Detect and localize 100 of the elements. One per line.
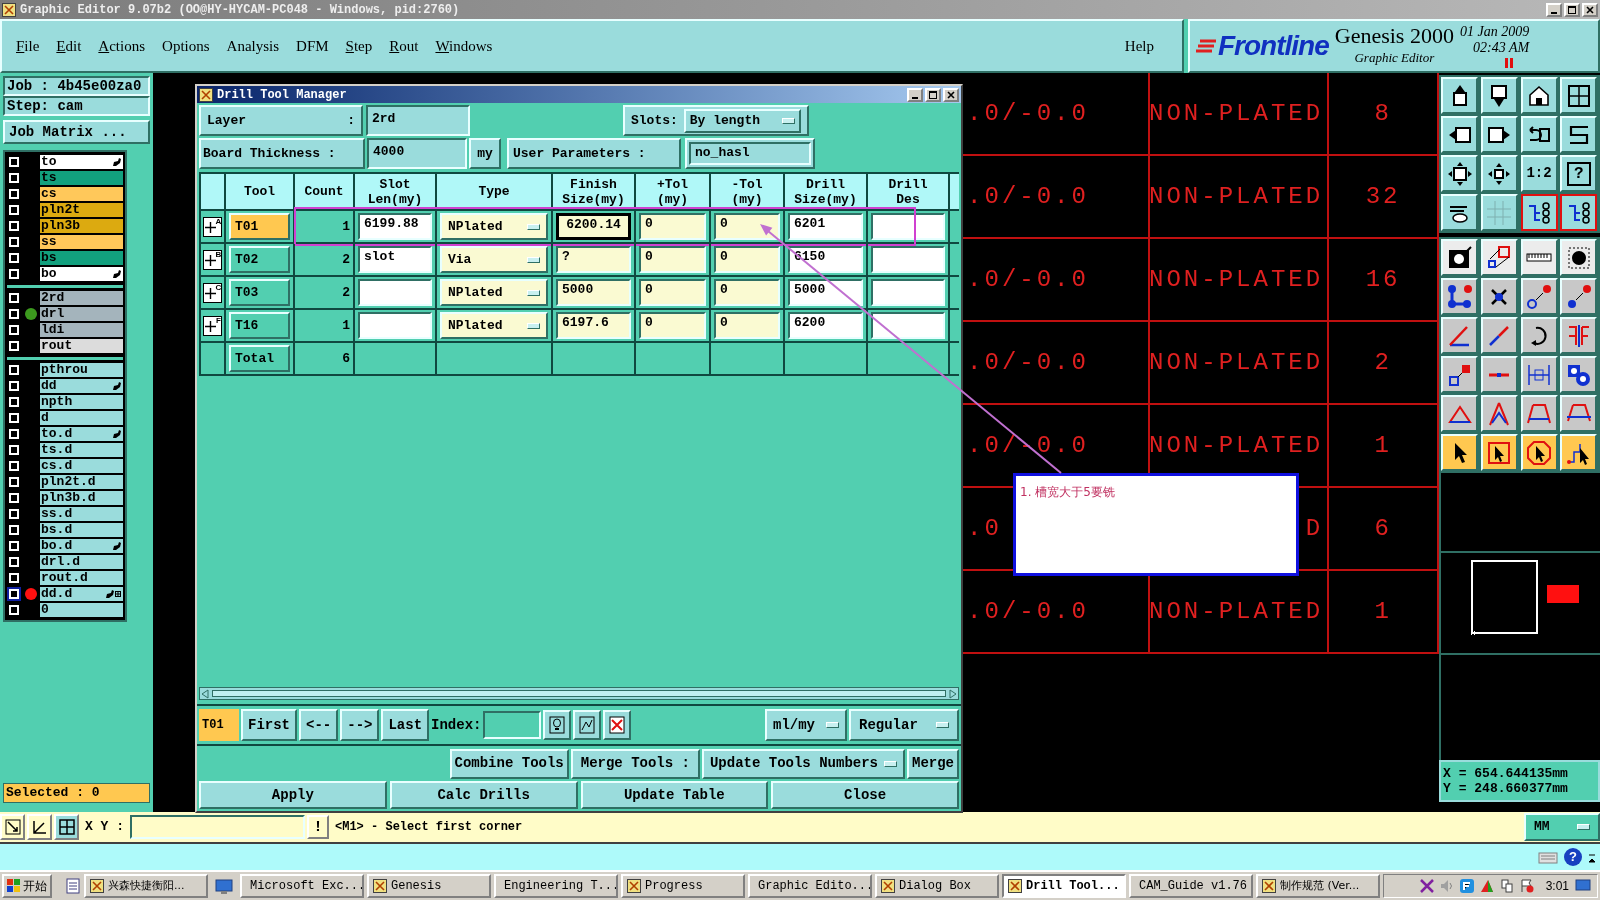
user-parameters-field[interactable]: no_hasl — [689, 142, 811, 165]
coordinate-field[interactable] — [130, 815, 305, 839]
layer-item[interactable]: 2rd — [40, 290, 123, 306]
merge-option-dropdown[interactable]: Update Tools Numbers — [701, 748, 905, 779]
plus-tolerance-field[interactable]: 0 — [639, 312, 706, 339]
icon-button[interactable] — [543, 710, 572, 740]
toolbar-button[interactable] — [1520, 116, 1558, 153]
icon-button[interactable] — [573, 710, 602, 740]
slots-dropdown[interactable]: By length — [683, 108, 801, 133]
toolbar-button[interactable] — [1560, 77, 1598, 114]
horizontal-scrollbar[interactable] — [199, 687, 959, 700]
toolbar-button[interactable] — [1520, 194, 1558, 231]
minus-tolerance-field[interactable]: 0 — [714, 279, 780, 306]
menu-item[interactable]: Analysis — [226, 34, 280, 58]
toolbar-button[interactable]: ? — [1560, 155, 1598, 192]
toolbar-button[interactable] — [1480, 116, 1518, 153]
flag-icon[interactable] — [1519, 879, 1534, 893]
toolbar-button[interactable] — [1441, 77, 1479, 114]
drill-size-field[interactable]: 6200 — [788, 312, 863, 339]
action-button[interactable]: Update Table — [580, 781, 769, 809]
toolbar-button[interactable] — [1441, 278, 1479, 315]
layer-item[interactable]: pln2t — [40, 202, 123, 218]
arrow-left-icon[interactable] — [200, 688, 210, 699]
layer-field[interactable]: 2rd — [366, 105, 470, 136]
action-button[interactable]: Apply — [199, 781, 387, 809]
navigation-button[interactable]: --> — [340, 709, 380, 741]
toolbar-button[interactable] — [1480, 155, 1518, 192]
toolbar-button[interactable] — [1560, 194, 1598, 231]
slot-length-field[interactable]: slot — [358, 246, 432, 273]
finish-size-field[interactable]: ? — [556, 246, 631, 273]
layer-item[interactable]: pthrou — [40, 362, 123, 378]
taskbar-button[interactable]: Graphic Edito... — [748, 874, 872, 898]
layer-item[interactable]: 0 — [40, 602, 123, 618]
mode-dropdown[interactable]: Regular — [849, 709, 959, 741]
tool-button[interactable] — [27, 814, 52, 840]
alert-button[interactable]: ! — [307, 815, 329, 839]
toolbar-button[interactable] — [1441, 434, 1479, 471]
help-icon[interactable]: ? — [1564, 848, 1582, 866]
toolbar-button[interactable] — [1441, 239, 1479, 276]
action-button[interactable]: Calc Drills — [389, 781, 578, 809]
toolbar-button[interactable] — [1441, 356, 1479, 393]
minimize-icon[interactable] — [1546, 2, 1562, 17]
menu-item[interactable]: Options — [162, 34, 210, 58]
menu-item[interactable]: Actions — [98, 34, 146, 58]
plus-tolerance-field[interactable]: 0 — [639, 213, 706, 240]
document-icon[interactable] — [65, 878, 81, 894]
type-dropdown[interactable]: NPlated — [440, 279, 548, 306]
navigation-button[interactable]: First — [241, 709, 297, 741]
toolbar-button[interactable] — [1480, 434, 1518, 471]
finish-size-field[interactable]: 6197.6 — [556, 312, 631, 339]
menu-item[interactable]: Step — [345, 34, 373, 58]
taskbar-button[interactable]: CAM_Guide v1.76 — [1129, 874, 1253, 898]
layer-item[interactable]: bo — [40, 266, 123, 282]
maximize-icon[interactable] — [925, 87, 941, 102]
toolbar-button[interactable] — [1520, 278, 1558, 315]
type-dropdown[interactable]: Via — [440, 246, 548, 273]
layer-item[interactable]: bs — [40, 250, 123, 266]
menu-item[interactable]: Edit — [56, 34, 82, 58]
layer-item[interactable]: ts.d — [40, 442, 123, 458]
plus-tolerance-field[interactable]: 0 — [639, 246, 706, 273]
tray-icon[interactable] — [1459, 879, 1474, 893]
toolbar-button[interactable]: 1:2 — [1520, 155, 1558, 192]
toolbar-button[interactable] — [1560, 116, 1598, 153]
layer-item[interactable]: rout — [40, 338, 123, 354]
layer-item[interactable]: drl.d — [40, 554, 123, 570]
toolbar-button[interactable] — [1560, 239, 1598, 276]
navigation-button[interactable]: <-- — [299, 709, 339, 741]
layer-item[interactable]: dd.d — [40, 586, 123, 602]
plus-tolerance-field[interactable]: 0 — [639, 279, 706, 306]
layer-item[interactable]: drl — [40, 306, 123, 322]
toolbar-button[interactable] — [1480, 239, 1518, 276]
minimize-icon[interactable] — [907, 87, 923, 102]
layer-item[interactable]: to.d — [40, 426, 123, 442]
minus-tolerance-field[interactable]: 0 — [714, 312, 780, 339]
taskbar-button[interactable]: Genesis — [367, 874, 491, 898]
layer-item[interactable]: pln3b — [40, 218, 123, 234]
taskbar-button[interactable]: Microsoft Exc... — [240, 874, 364, 898]
job-matrix-button[interactable]: Job Matrix ... — [3, 120, 151, 144]
expand-button[interactable]: A — [202, 216, 223, 237]
units-dropdown[interactable]: MM — [1524, 813, 1600, 841]
desktop-icon[interactable] — [215, 877, 233, 895]
merge-button[interactable]: Merge — [907, 748, 959, 779]
layer-item[interactable]: bo.d — [40, 538, 123, 554]
toolbar-button[interactable] — [1560, 395, 1598, 432]
tray-icon[interactable] — [1419, 879, 1434, 893]
layer-item[interactable]: pln3b.d — [40, 490, 123, 506]
toolbar-button[interactable] — [1441, 317, 1479, 354]
taskbar-button[interactable]: 兴森快捷衡阳... — [84, 874, 208, 898]
toolbar-button[interactable] — [1441, 194, 1479, 231]
slot-length-field[interactable]: 6199.88 — [358, 213, 432, 240]
minus-tolerance-field[interactable]: 0 — [714, 213, 780, 240]
toolbar-button[interactable] — [1441, 395, 1479, 432]
layer-item[interactable]: ldi — [40, 322, 123, 338]
layer-item[interactable]: to — [40, 154, 123, 170]
toolbar-button[interactable] — [1480, 395, 1518, 432]
toolbar-button[interactable] — [1441, 155, 1479, 192]
network-icon[interactable] — [1499, 879, 1514, 893]
tool-button[interactable] — [0, 814, 25, 840]
layer-item[interactable]: cs — [40, 186, 123, 202]
type-dropdown[interactable]: NPlated — [440, 312, 548, 339]
